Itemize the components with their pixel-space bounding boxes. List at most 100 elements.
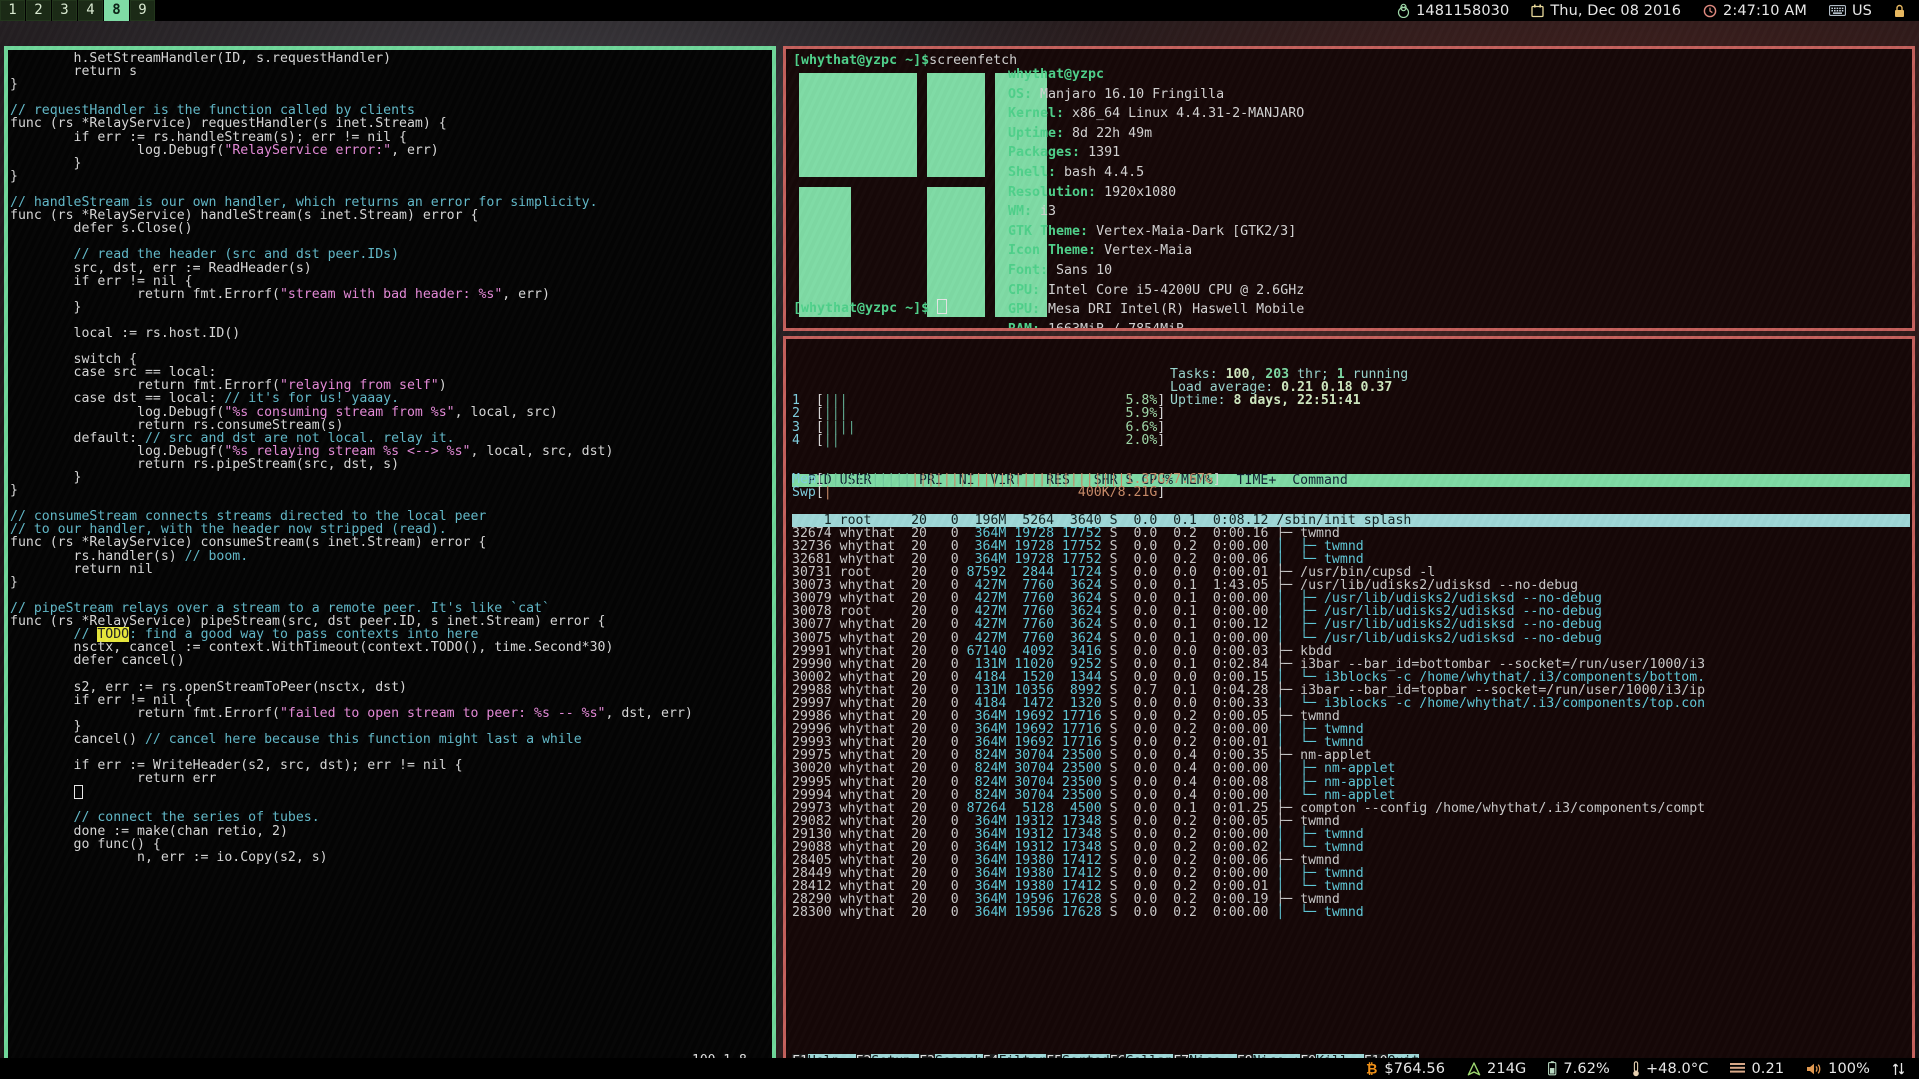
bottombar-block-network[interactable] xyxy=(1881,1062,1919,1076)
table-row[interactable]: 29973 whythat 20 0 87264 5128 4500 S 0.0… xyxy=(792,802,1910,815)
htop-process-list[interactable]: 1 root 20 0 196M 5264 3640 S 0.0 0.1 0:0… xyxy=(792,514,1910,920)
load-value: 0.21 xyxy=(1751,1060,1785,1077)
workspace-button-3[interactable]: 3 xyxy=(52,0,77,21)
code-token: case dst == local: xyxy=(10,391,225,407)
calendar-icon xyxy=(1531,4,1544,18)
code-token: return fmt.Errorf( xyxy=(10,378,280,394)
vim-editor-viewport[interactable]: h.SetStreamHandler(ID, s.requestHandler)… xyxy=(8,50,772,1058)
topbar-block-epoch[interactable]: 1481158030 xyxy=(1386,3,1520,19)
table-row[interactable]: 32674 whythat 20 0 364M 19728 17752 S 0.… xyxy=(792,527,1910,540)
workspace-button-2[interactable]: 2 xyxy=(26,0,51,21)
table-row[interactable]: 30075 whythat 20 0 427M 7760 3624 S 0.0 … xyxy=(792,631,1910,644)
code-token: } xyxy=(10,470,82,485)
table-row[interactable]: 28290 whythat 20 0 364M 19596 17628 S 0.… xyxy=(792,893,1910,906)
table-row[interactable]: 29130 whythat 20 0 364M 19312 17348 S 0.… xyxy=(792,828,1910,841)
table-row[interactable]: 29088 whythat 20 0 364M 19312 17348 S 0.… xyxy=(792,841,1910,854)
table-row[interactable]: 30020 whythat 20 0 824M 30704 23500 S 0.… xyxy=(792,762,1910,775)
table-row[interactable]: 1 root 20 0 196M 5264 3640 S 0.0 0.1 0:0… xyxy=(792,514,1910,527)
table-row[interactable]: 28449 whythat 20 0 364M 19380 17412 S 0.… xyxy=(792,867,1910,880)
workspace-button-1[interactable]: 1 xyxy=(0,0,25,21)
load-icon xyxy=(1730,1062,1746,1076)
table-row[interactable]: 32736 whythat 20 0 364M 19728 17752 S 0.… xyxy=(792,540,1910,553)
table-row[interactable]: 29990 whythat 20 0 131M 11020 9252 S 0.0… xyxy=(792,658,1910,671)
code-line: // to our handler, with the header now s… xyxy=(10,523,772,536)
code-token: return fmt.Errorf( xyxy=(10,286,280,302)
table-row[interactable]: 28412 whythat 20 0 364M 19380 17412 S 0.… xyxy=(792,880,1910,893)
screenfetch-info-value: Intel Core i5-4200U CPU @ 2.6GHz xyxy=(1048,282,1305,298)
bottombar-block-temperature[interactable]: +48.0°C xyxy=(1621,1061,1720,1077)
code-token: TODO xyxy=(97,627,130,643)
code-token: "%s relaying stream %s <--> %s" xyxy=(224,443,471,459)
table-row[interactable]: 29986 whythat 20 0 364M 19692 17716 S 0.… xyxy=(792,710,1910,723)
code-line: switch { xyxy=(10,353,772,366)
topbar-block-date[interactable]: Thu, Dec 08 2016 xyxy=(1520,3,1692,19)
workspace-list[interactable]: 123489 xyxy=(0,0,156,21)
table-row[interactable]: 29991 whythat 20 0 67140 4092 3416 S 0.0… xyxy=(792,644,1910,657)
table-row[interactable]: 30002 whythat 20 0 4184 1520 1344 S 0.0 … xyxy=(792,671,1910,684)
screenfetch-info-value: 1920x1080 xyxy=(1104,184,1177,200)
table-row[interactable]: 29994 whythat 20 0 824M 30704 23500 S 0.… xyxy=(792,788,1910,801)
table-row[interactable]: 29997 whythat 20 0 4184 1472 1320 S 0.0 … xyxy=(792,697,1910,710)
bottombar-block-volume[interactable]: 100% xyxy=(1795,1061,1881,1077)
cpu-meter: 4 [|| 2.0%] xyxy=(792,432,1166,448)
screenfetch-terminal-window[interactable]: [whythat@yzpc ~]$screenfetch whythat@yzp… xyxy=(783,46,1915,331)
bottombar-block-battery[interactable]: 7.62% xyxy=(1537,1061,1621,1077)
code-token: log.Debugf( xyxy=(10,142,225,158)
code-token: // it's for us! yaaay. xyxy=(224,391,400,407)
screenfetch-viewport[interactable]: [whythat@yzpc ~]$screenfetch whythat@yzp… xyxy=(786,49,1912,328)
keyboard-layout-value: US xyxy=(1851,2,1872,19)
table-row[interactable]: 29993 whythat 20 0 364M 19692 17716 S 0.… xyxy=(792,736,1910,749)
code-line: // read the header (src and dst peer.IDs… xyxy=(10,248,772,261)
table-row[interactable]: 30079 whythat 20 0 427M 7760 3624 S 0.0 … xyxy=(792,592,1910,605)
code-line: // TODO: find a good way to pass context… xyxy=(10,627,772,643)
code-line: rs.handler(s) // boom. xyxy=(10,549,772,562)
workspace-button-9[interactable]: 9 xyxy=(130,0,155,21)
table-row[interactable]: 30731 root 20 0 87592 2844 1724 S 0.0 0.… xyxy=(792,566,1910,579)
htop-viewport[interactable]: 1 [||| 5.8%] 2 [||| 5.9%] 3 [|||| 6.6%] 4 [… xyxy=(786,339,1912,1058)
terminal-cursor xyxy=(937,299,948,314)
code-token: } xyxy=(10,483,18,499)
table-row[interactable]: 30078 root 20 0 427M 7760 3624 S 0.0 0.1… xyxy=(792,605,1910,618)
code-line: if err != nil { xyxy=(10,274,772,287)
screenfetch-info-row: RAM: 1663MiB / 7854MiB xyxy=(1008,320,1304,328)
workspace-button-4[interactable]: 4 xyxy=(78,0,103,21)
htop-column-headers[interactable]: PID USER PRI NI VIRT RES SHR S CPU% MEM%… xyxy=(792,474,1910,488)
topbar-block-keyboard[interactable]: US xyxy=(1818,3,1883,19)
table-row[interactable]: 30077 whythat 20 0 427M 7760 3624 S 0.0 … xyxy=(792,618,1910,631)
table-row[interactable]: 29975 whythat 20 0 824M 30704 23500 S 0.… xyxy=(792,749,1910,762)
workspace-button-8[interactable]: 8 xyxy=(104,0,129,21)
date-value: Thu, Dec 08 2016 xyxy=(1550,2,1682,19)
table-row[interactable]: 29995 whythat 20 0 824M 30704 23500 S 0.… xyxy=(792,775,1910,788)
table-row[interactable]: 28300 whythat 20 0 364M 19596 17628 S 0.… xyxy=(792,906,1910,919)
screenfetch-info-key: WM: xyxy=(1008,204,1041,220)
code-token: // xyxy=(10,627,98,643)
htop-terminal-window[interactable]: 1 [||| 5.8%] 2 [||| 5.9%] 3 [|||| 6.6%] 4 [… xyxy=(783,336,1915,1058)
code-line: log.Debugf("RelayService error:", err) xyxy=(10,144,772,157)
code-token: ) xyxy=(438,378,447,394)
code-line: } xyxy=(10,471,772,484)
screenfetch-info-key: Kernel: xyxy=(1008,106,1073,122)
bottombar-block-load[interactable]: 0.21 xyxy=(1719,1061,1795,1077)
table-row[interactable]: 29988 whythat 20 0 131M 10356 8992 S 0.7… xyxy=(792,684,1910,697)
topbar-block-lock[interactable] xyxy=(1883,4,1919,18)
table-row[interactable]: 32681 whythat 20 0 364M 19728 17752 S 0.… xyxy=(792,553,1910,566)
table-row[interactable]: 29082 whythat 20 0 364M 19312 17348 S 0.… xyxy=(792,815,1910,828)
code-line: local := rs.host.ID() xyxy=(10,327,772,340)
bottombar-block-disk[interactable]: 214G xyxy=(1456,1061,1537,1077)
code-token: return s xyxy=(10,64,138,80)
bottombar-block-bitcoin[interactable]: ₿ $764.56 xyxy=(1355,1061,1456,1077)
htop-stat-row: Tasks: 100, 203 thr; 1 running xyxy=(1170,367,1409,383)
table-row[interactable]: 29996 whythat 20 0 364M 19692 17716 S 0.… xyxy=(792,723,1910,736)
htop-content[interactable]: 1 [||| 5.8%] 2 [||| 5.9%] 3 [|||| 6.6%] 4 [… xyxy=(792,342,1910,946)
topbar-block-time[interactable]: 2:47:10 AM xyxy=(1692,3,1818,19)
code-token: } xyxy=(10,77,18,93)
code-token: func (rs *RelayService) handleStream(s i… xyxy=(10,208,479,224)
vim-code-buffer[interactable]: h.SetStreamHandler(ID, s.requestHandler)… xyxy=(10,52,772,864)
table-row[interactable]: 30073 whythat 20 0 427M 7760 3624 S 0.0 … xyxy=(792,579,1910,592)
table-row[interactable]: 28405 whythat 20 0 364M 19380 17412 S 0.… xyxy=(792,854,1910,867)
code-token: defer s.Close() xyxy=(10,221,193,237)
vim-editor-window[interactable]: h.SetStreamHandler(ID, s.requestHandler)… xyxy=(4,46,776,1058)
code-token: : find a good way to pass contexts into … xyxy=(129,627,479,643)
code-token: // src and dst are not local. relay it. xyxy=(144,430,455,446)
